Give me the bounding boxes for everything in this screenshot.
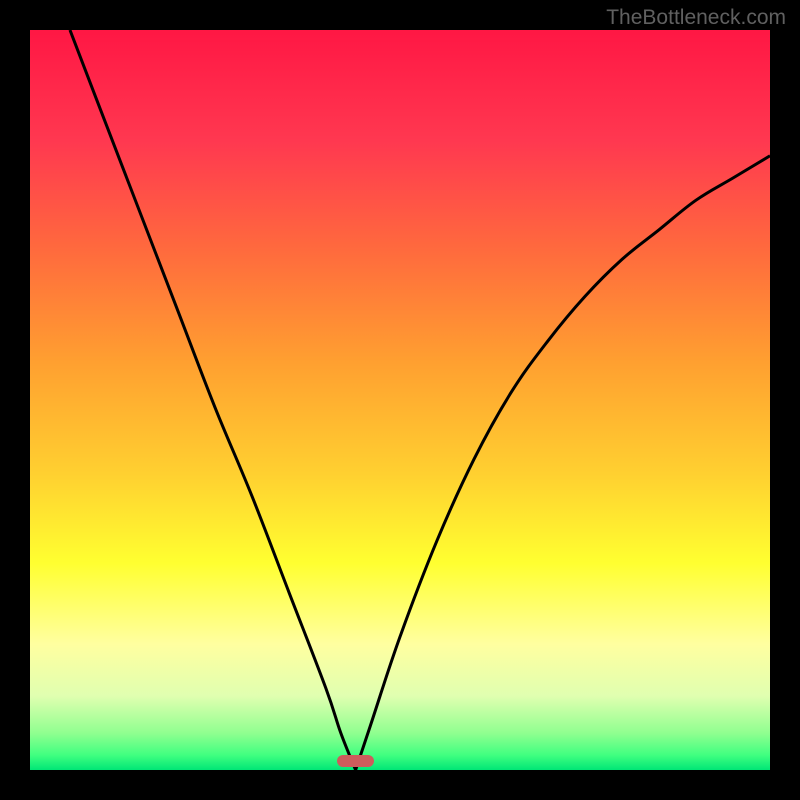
left-curve	[70, 30, 356, 770]
curve-overlay	[30, 30, 770, 770]
minimum-marker	[337, 755, 374, 767]
chart-area	[30, 30, 770, 770]
right-curve	[356, 156, 770, 770]
watermark-text: TheBottleneck.com	[606, 6, 786, 30]
